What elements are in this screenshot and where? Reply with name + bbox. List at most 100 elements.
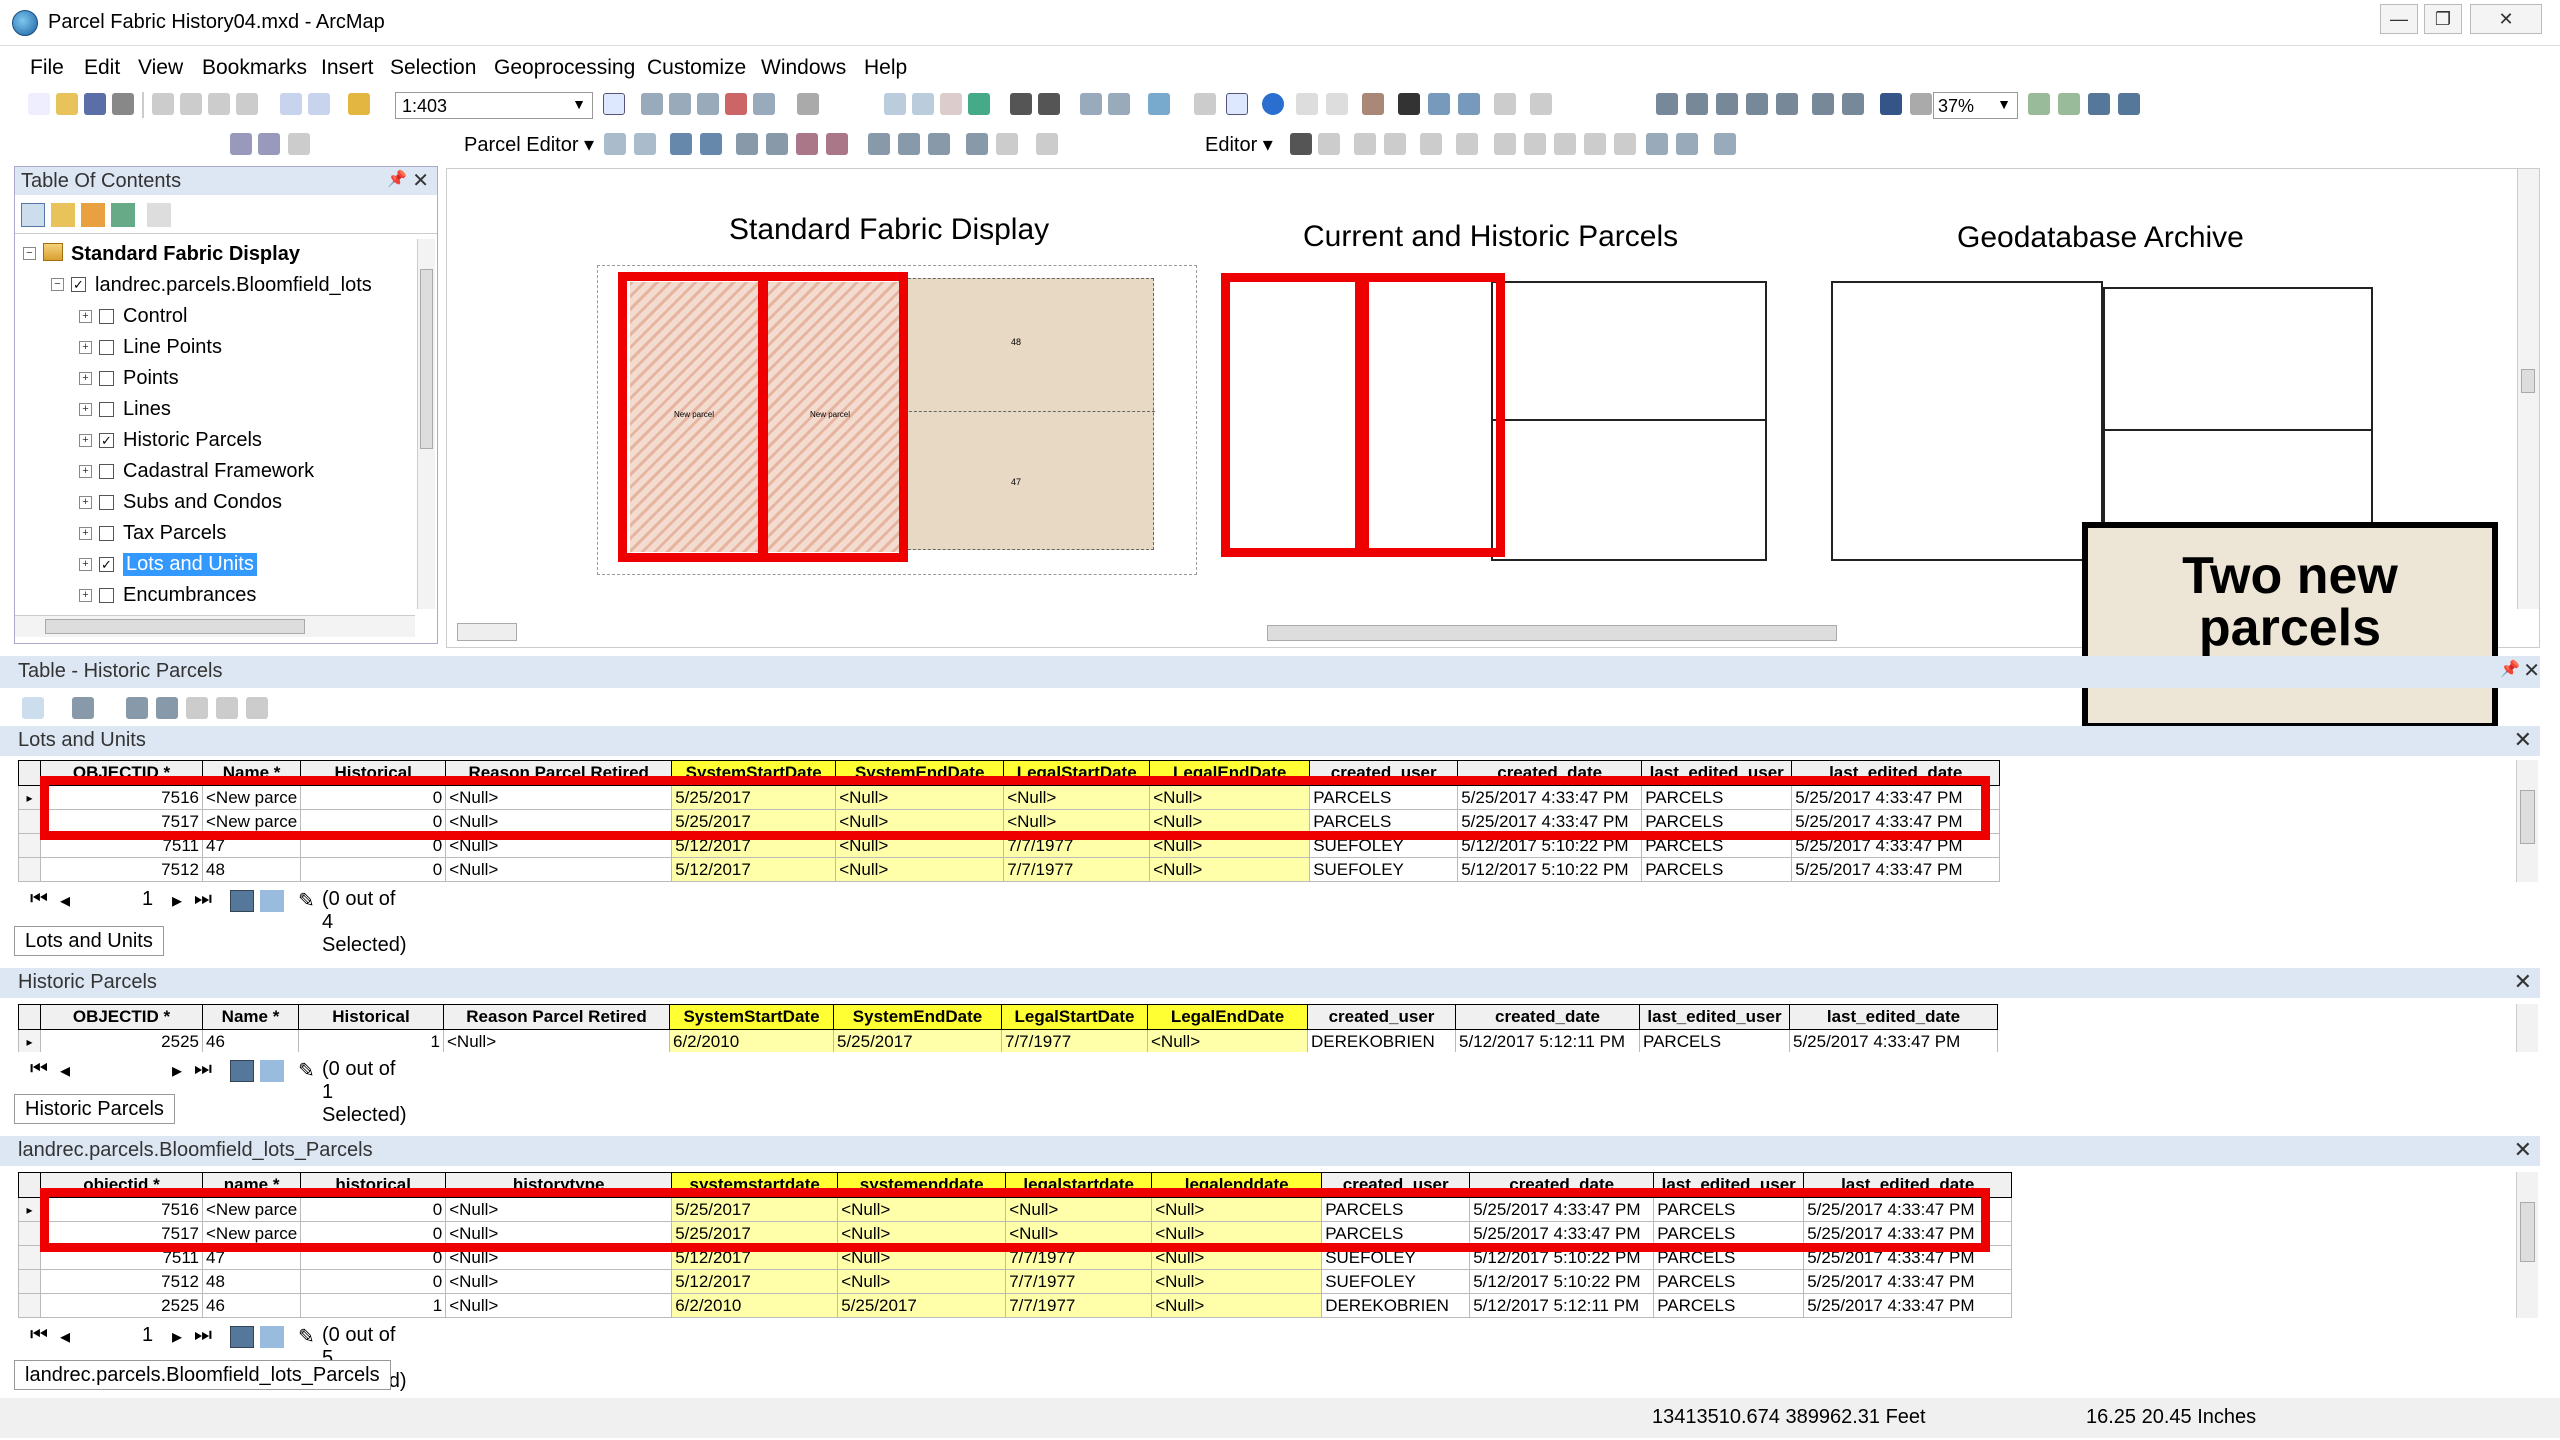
list-by-drawing-order-icon[interactable]	[21, 203, 45, 227]
table-cell[interactable]: 5/25/2017	[837, 1293, 1007, 1318]
row-selector[interactable]: ▸	[18, 1029, 41, 1052]
toggle-draft-mode-icon[interactable]	[2028, 93, 2050, 115]
table-cell[interactable]: 0	[300, 857, 447, 882]
map-vertical-scrollbar[interactable]	[2517, 169, 2539, 609]
table-cell[interactable]: PARCELS	[1641, 857, 1793, 882]
table-cell[interactable]: 5/12/2017 5:12:11 PM	[1469, 1293, 1655, 1318]
parcel-tool-icon-7[interactable]	[796, 133, 818, 155]
parcel-tool-icon-3[interactable]	[670, 133, 692, 155]
editor-menu[interactable]: Editor ▾	[1205, 132, 1273, 157]
record-number[interactable]: 1	[142, 888, 153, 911]
close-icon[interactable]: ✕	[2523, 658, 2540, 683]
row-selector[interactable]	[18, 1293, 41, 1318]
table-cell[interactable]: 7/7/1977	[1005, 1293, 1153, 1318]
first-record-button[interactable]: ⏮	[30, 1058, 48, 1081]
zoom-to-selected-icon[interactable]	[216, 697, 238, 719]
split-icon[interactable]	[1584, 133, 1606, 155]
tools-icon-1[interactable]	[230, 133, 252, 155]
layout-zoom-in-icon[interactable]	[1656, 93, 1678, 115]
open-folder-icon[interactable]	[56, 93, 78, 115]
column-header[interactable]: SystemEndDate	[833, 1004, 1002, 1030]
viewer-icon[interactable]	[1530, 93, 1552, 115]
go-forward-extent-layout-icon[interactable]	[1910, 93, 1932, 115]
table-cell[interactable]: <Null>	[1151, 1293, 1323, 1318]
menu-windows[interactable]: Windows	[759, 56, 848, 80]
go-to-xy-icon[interactable]	[1458, 93, 1480, 115]
zoom-100-icon[interactable]	[1776, 93, 1798, 115]
menu-geoprocessing[interactable]: Geoprocessing	[492, 56, 637, 80]
table-cell[interactable]: <Null>	[835, 857, 1005, 882]
change-layout-icon[interactable]	[2088, 93, 2110, 115]
layout-pan-icon[interactable]	[1716, 93, 1738, 115]
table-cell[interactable]: 46	[202, 1029, 299, 1052]
table-cell[interactable]: 5/25/2017 4:33:47 PM	[1803, 1293, 2013, 1318]
layer-checkbox[interactable]	[99, 309, 114, 324]
row-selector[interactable]	[18, 833, 41, 858]
minimize-button[interactable]: —	[2380, 4, 2418, 34]
tab-bloomfield-lots-parcels[interactable]: landrec.parcels.Bloomfield_lots_Parcels	[14, 1360, 391, 1390]
historic-table[interactable]: OBJECTID * Name * Historical Reason Parcel …	[18, 1004, 2518, 1052]
list-by-source-icon[interactable]	[51, 203, 75, 227]
parcel-tool-icon-1[interactable]	[604, 133, 626, 155]
tools-icon-2[interactable]	[258, 133, 280, 155]
historic-table-scrollbar[interactable]	[2516, 1004, 2538, 1052]
table-cell[interactable]: 2525	[40, 1029, 203, 1052]
hyperlink-icon[interactable]	[1296, 93, 1318, 115]
first-record-button[interactable]: ⏮	[30, 1324, 48, 1347]
parcel-tool-icon-2[interactable]	[634, 133, 656, 155]
first-record-button[interactable]: ⏮	[30, 888, 48, 911]
table-cell[interactable]: 48	[201, 857, 302, 882]
table-cell[interactable]: SUEFOLEY	[1321, 1269, 1471, 1294]
parcel-tool-icon-10[interactable]	[898, 133, 920, 155]
column-header[interactable]: Historical	[298, 1004, 444, 1030]
table-cell[interactable]: DEREKOBRIEN	[1321, 1293, 1471, 1318]
table-cell[interactable]: 5/12/2017 5:10:22 PM	[1457, 857, 1643, 882]
parcel-tool-icon-4[interactable]	[700, 133, 722, 155]
restore-button[interactable]: ❐	[2424, 4, 2462, 34]
toc-horizontal-scrollbar[interactable]	[15, 615, 415, 637]
table-row[interactable]: 2525 46 1 <Null> 6/2/2010 5/25/2017 7/7/1977 <N…	[18, 1293, 2013, 1318]
table-cell[interactable]: PARCELS	[1639, 1029, 1790, 1052]
row-selector[interactable]	[18, 1269, 41, 1294]
back-extent-icon[interactable]	[1080, 93, 1102, 115]
layer-checkbox[interactable]	[99, 340, 114, 355]
go-back-extent-layout-icon[interactable]	[1880, 93, 1902, 115]
fixed-zoom-in-icon[interactable]	[1010, 93, 1032, 115]
layer-checkbox[interactable]	[99, 402, 114, 417]
attributes-icon[interactable]	[1646, 133, 1668, 155]
table-options-icon[interactable]	[22, 697, 44, 719]
menu-customize[interactable]: Customize	[645, 56, 748, 80]
parcel-tool-icon-9[interactable]	[868, 133, 890, 155]
create-features-icon[interactable]	[1714, 133, 1736, 155]
table-cell[interactable]: 48	[201, 1269, 302, 1294]
table-cell[interactable]: PARCELS	[1653, 1293, 1805, 1318]
show-all-records-icon[interactable]	[230, 890, 254, 912]
point-icon[interactable]	[1456, 133, 1478, 155]
archive-table-scrollbar[interactable]	[2516, 1172, 2538, 1318]
menu-help[interactable]: Help	[862, 56, 909, 80]
last-record-button[interactable]: ⏭	[194, 1324, 212, 1347]
select-by-attributes-icon[interactable]	[126, 697, 148, 719]
zoom-whole-page-icon[interactable]	[1746, 93, 1768, 115]
expand-icon[interactable]: +	[79, 527, 92, 540]
new-document-icon[interactable]	[28, 93, 50, 115]
parcel-tool-icon-12[interactable]	[966, 133, 988, 155]
table-cell[interactable]: 5/12/2017 5:10:22 PM	[1469, 1269, 1655, 1294]
zoom-in-icon[interactable]	[884, 93, 906, 115]
trace-icon[interactable]	[1420, 133, 1442, 155]
related-tables-icon[interactable]	[72, 697, 94, 719]
expand-icon[interactable]: +	[79, 496, 92, 509]
column-header[interactable]: LegalEndDate	[1147, 1004, 1308, 1030]
tab-historic-parcels[interactable]: Historic Parcels	[14, 1094, 175, 1124]
expand-icon[interactable]: +	[79, 589, 92, 602]
table-cell[interactable]: 7512	[40, 1269, 203, 1294]
cut-polygons-icon[interactable]	[1554, 133, 1576, 155]
table-cell[interactable]: 5/25/2017 4:33:47 PM	[1791, 857, 2001, 882]
row-selector[interactable]	[18, 1221, 41, 1246]
table-cell[interactable]: 7/7/1977	[1005, 1269, 1153, 1294]
layer-checkbox[interactable]	[99, 464, 114, 479]
table-cell[interactable]: <Null>	[1151, 1269, 1323, 1294]
show-selected-records-icon[interactable]	[260, 890, 284, 912]
column-header[interactable]: Reason Parcel Retired	[443, 1004, 670, 1030]
delete-selected-icon[interactable]	[246, 697, 268, 719]
